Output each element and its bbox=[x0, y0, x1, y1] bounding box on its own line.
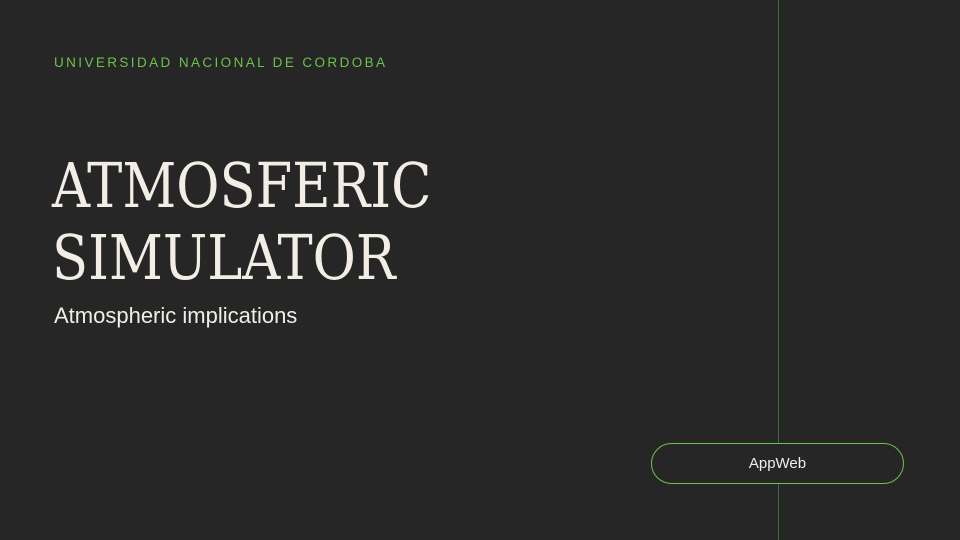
title-line-1: ATMOSFERIC bbox=[52, 149, 432, 222]
slide-subtitle: Atmospheric implications bbox=[54, 303, 298, 328]
appweb-button[interactable]: AppWeb bbox=[651, 443, 904, 484]
organization-label: UNIVERSIDAD NACIONAL DE CORDOBA bbox=[54, 55, 388, 70]
title-line-2: SIMULATOR bbox=[52, 221, 396, 294]
appweb-button-label: AppWeb bbox=[748, 455, 807, 472]
slide-title: ATMOSFERIC SIMULATOR bbox=[52, 150, 431, 294]
title-slide: UNIVERSIDAD NACIONAL DE CORDOBA ATMOSFER… bbox=[0, 0, 960, 540]
